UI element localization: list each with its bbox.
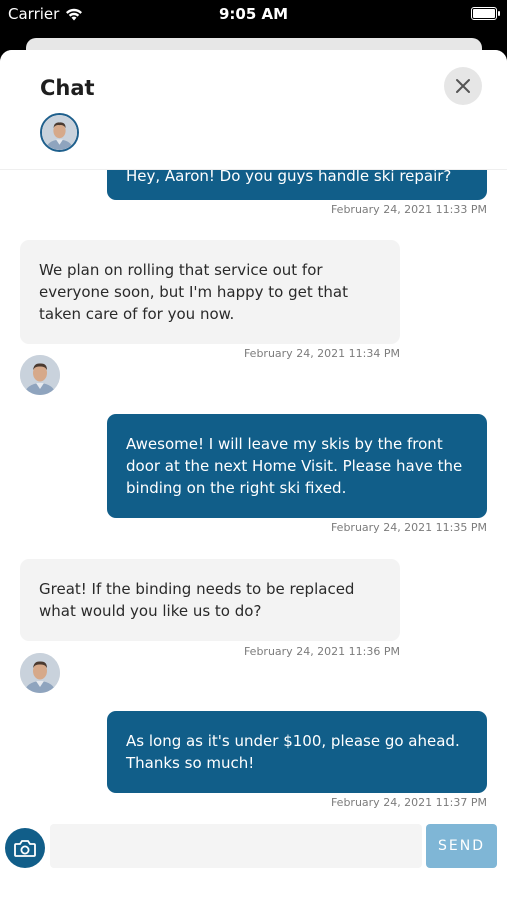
person-photo-icon [20,355,60,395]
page-title: Chat [40,76,95,100]
battery-icon [471,7,500,20]
message-bubble-received: Great! If the binding needs to be replac… [20,559,400,641]
message-input[interactable] [50,824,422,868]
person-photo-icon [20,653,60,693]
message-bubble-sent: As long as it's under $100, please go ah… [107,711,487,793]
send-button[interactable]: SEND [426,824,497,868]
chat-header: Chat [0,50,507,170]
message-text: As long as it's under $100, please go ah… [126,732,460,772]
close-icon [456,79,470,93]
message-text: Awesome! I will leave my skis by the fro… [126,435,463,497]
message-list[interactable]: Hey, Aaron! Do you guys handle ski repai… [0,50,507,900]
message-timestamp: February 24, 2021 11:35 PM [330,521,487,534]
status-bar: Carrier 9:05 AM [0,0,507,30]
camera-icon [14,839,36,857]
message-bubble-received: We plan on rolling that service out for … [20,240,400,344]
message-bubble-sent: Awesome! I will leave my skis by the fro… [107,414,487,518]
camera-button[interactable] [5,828,45,868]
close-button[interactable] [444,67,482,105]
participant-avatar[interactable] [40,113,79,152]
chat-sheet: Hey, Aaron! Do you guys handle ski repai… [0,50,507,900]
message-text: We plan on rolling that service out for … [39,261,348,323]
message-timestamp: February 24, 2021 11:34 PM [243,347,400,360]
agent-avatar [20,653,60,693]
agent-avatar [20,355,60,395]
message-text: Great! If the binding needs to be replac… [39,580,355,620]
person-photo-icon [42,115,77,150]
message-timestamp: February 24, 2021 11:36 PM [243,645,400,658]
status-time: 9:05 AM [218,5,289,23]
message-timestamp: February 24, 2021 11:33 PM [330,203,487,216]
message-timestamp: February 24, 2021 11:37 PM [330,796,487,809]
composer-bar: SEND [0,816,507,876]
